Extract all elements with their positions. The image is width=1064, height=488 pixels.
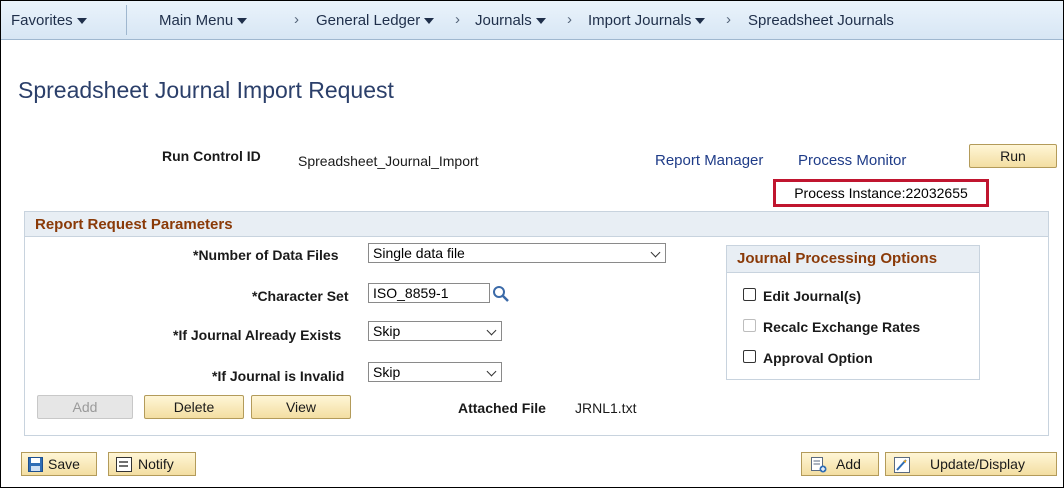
- breadcrumb-journals[interactable]: Journals: [475, 12, 546, 29]
- update-display-button[interactable]: Update/Display: [885, 452, 1057, 476]
- process-instance-text: Process Instance:22032655: [794, 185, 968, 201]
- section-header: Report Request Parameters: [25, 212, 1048, 237]
- breadcrumb-import-journals[interactable]: Import Journals: [588, 12, 706, 29]
- process-instance-highlight: Process Instance:22032655: [773, 179, 989, 207]
- input-value: ISO_8859-1: [373, 285, 449, 301]
- recalc-exchange-rates-checkbox[interactable]: [743, 319, 756, 332]
- save-label: Save: [48, 456, 80, 472]
- update-display-icon: [894, 457, 910, 473]
- number-of-data-files-label: *Number of Data Files: [193, 247, 339, 263]
- breadcrumb-separator-icon: ›: [726, 11, 731, 28]
- attached-file-value: JRNL1.txt: [575, 400, 637, 416]
- chevron-down-icon: [535, 18, 546, 25]
- chevron-down-icon: [486, 325, 497, 336]
- favorites-label: Favorites: [11, 12, 73, 29]
- add-file-button[interactable]: Add: [37, 395, 133, 419]
- if-journal-already-exists-label: *If Journal Already Exists: [173, 327, 342, 343]
- breadcrumb-general-ledger[interactable]: General Ledger: [316, 12, 435, 29]
- breadcrumb-label: Journals: [475, 12, 532, 29]
- report-manager-link[interactable]: Report Manager: [655, 152, 763, 169]
- run-button[interactable]: Run: [969, 144, 1057, 168]
- edit-journal-label: Edit Journal(s): [763, 288, 862, 304]
- chevron-down-icon: [650, 247, 661, 258]
- delete-button[interactable]: Delete: [144, 395, 244, 419]
- page-title: Spreadsheet Journal Import Request: [18, 77, 394, 103]
- breadcrumb-separator-icon: ›: [294, 11, 299, 28]
- breadcrumb-label: Spreadsheet Journals: [748, 12, 894, 29]
- jpo-title: Journal Processing Options: [737, 250, 938, 267]
- if-journal-already-exists-select[interactable]: Skip: [368, 321, 502, 341]
- character-set-label: *Character Set: [252, 288, 349, 304]
- chevron-down-icon: [695, 18, 706, 25]
- chevron-down-icon: [76, 18, 87, 25]
- approval-option-checkbox[interactable]: [743, 350, 756, 363]
- approval-option-label: Approval Option: [763, 350, 873, 366]
- add-label: Add: [836, 456, 861, 472]
- add-button[interactable]: Add: [801, 452, 879, 476]
- update-display-label: Update/Display: [930, 456, 1025, 472]
- breadcrumb-label: General Ledger: [316, 12, 421, 29]
- breadcrumb-separator-icon: ›: [567, 11, 572, 28]
- save-button[interactable]: Save: [21, 452, 97, 476]
- run-control-id-value: Spreadsheet_Journal_Import: [298, 153, 479, 169]
- main-menu[interactable]: Main Menu: [159, 12, 248, 29]
- breadcrumb-label: Import Journals: [588, 12, 692, 29]
- chevron-down-icon: [486, 366, 497, 377]
- character-set-input[interactable]: ISO_8859-1: [368, 283, 490, 303]
- view-button[interactable]: View: [251, 395, 351, 419]
- edit-journal-checkbox[interactable]: [743, 288, 756, 301]
- run-control-id-label: Run Control ID: [162, 148, 261, 164]
- select-value: Single data file: [373, 245, 465, 261]
- main-menu-label: Main Menu: [159, 12, 234, 29]
- breadcrumb-spreadsheet-journals[interactable]: Spreadsheet Journals: [748, 12, 894, 29]
- save-icon: [28, 457, 43, 472]
- favorites-menu[interactable]: Favorites: [11, 12, 87, 29]
- section-title: Report Request Parameters: [35, 216, 233, 233]
- jpo-header: Journal Processing Options: [727, 246, 979, 273]
- notify-icon: [116, 457, 132, 472]
- breadcrumb-separator-icon: ›: [455, 11, 460, 28]
- select-value: Skip: [373, 323, 401, 339]
- select-value: Skip: [373, 364, 401, 380]
- if-journal-is-invalid-select[interactable]: Skip: [368, 362, 502, 382]
- top-navigation-bar: Favorites Main Menu › General Ledger › J…: [1, 1, 1063, 40]
- notify-label: Notify: [138, 456, 174, 472]
- chevron-down-icon: [424, 18, 435, 25]
- recalc-exchange-rates-label: Recalc Exchange Rates: [763, 319, 921, 335]
- process-monitor-link[interactable]: Process Monitor: [798, 152, 906, 169]
- attached-file-label: Attached File: [458, 400, 546, 416]
- number-of-data-files-select[interactable]: Single data file: [368, 243, 666, 263]
- if-journal-is-invalid-label: *If Journal is Invalid: [212, 368, 345, 384]
- notify-button[interactable]: Notify: [108, 452, 196, 476]
- add-icon: [811, 457, 827, 473]
- nav-divider: [126, 5, 127, 35]
- chevron-down-icon: [237, 18, 248, 25]
- search-icon[interactable]: [492, 285, 510, 303]
